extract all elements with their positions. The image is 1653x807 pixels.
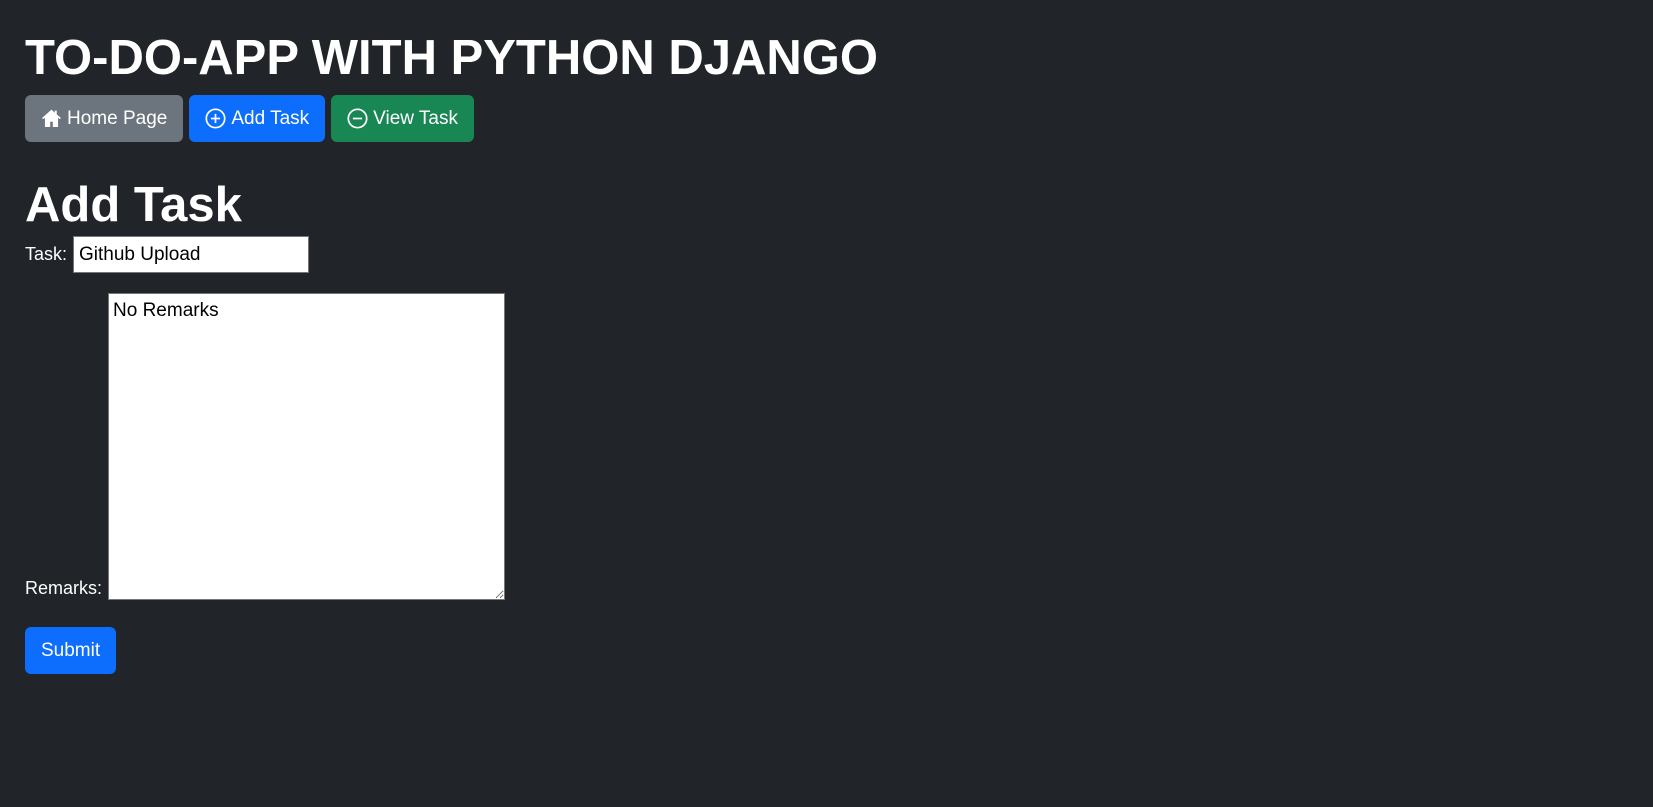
app-title: TO-DO-APP WITH PYTHON DJANGO <box>25 31 879 85</box>
remarks-textarea[interactable]: No Remarks <box>108 293 506 600</box>
add-task-heading: Add Task <box>25 178 242 232</box>
submit-button[interactable]: Submit <box>25 627 117 674</box>
plus-circle-icon <box>205 108 226 129</box>
add-task-form: Task: Remarks: No Remarks Submit <box>25 236 1628 674</box>
task-label: Task: <box>25 244 68 264</box>
remarks-label: Remarks: <box>25 578 103 598</box>
house-icon <box>41 108 62 129</box>
add-task-button[interactable]: Add Task <box>189 95 326 142</box>
nav-bar: Home Page Add Task View Task <box>25 95 1628 142</box>
task-row: Task: <box>25 236 1628 273</box>
add-task-label: Add Task <box>231 107 310 129</box>
minus-circle-icon <box>347 108 368 129</box>
remarks-row: Remarks: No Remarks <box>25 293 1628 600</box>
task-input[interactable] <box>73 236 310 273</box>
home-page-button[interactable]: Home Page <box>25 95 184 142</box>
page: TO-DO-APP WITH PYTHON DJANGO Home Page A… <box>0 0 1653 674</box>
home-page-label: Home Page <box>67 107 168 129</box>
view-task-label: View Task <box>373 107 458 129</box>
view-task-button[interactable]: View Task <box>331 95 474 142</box>
